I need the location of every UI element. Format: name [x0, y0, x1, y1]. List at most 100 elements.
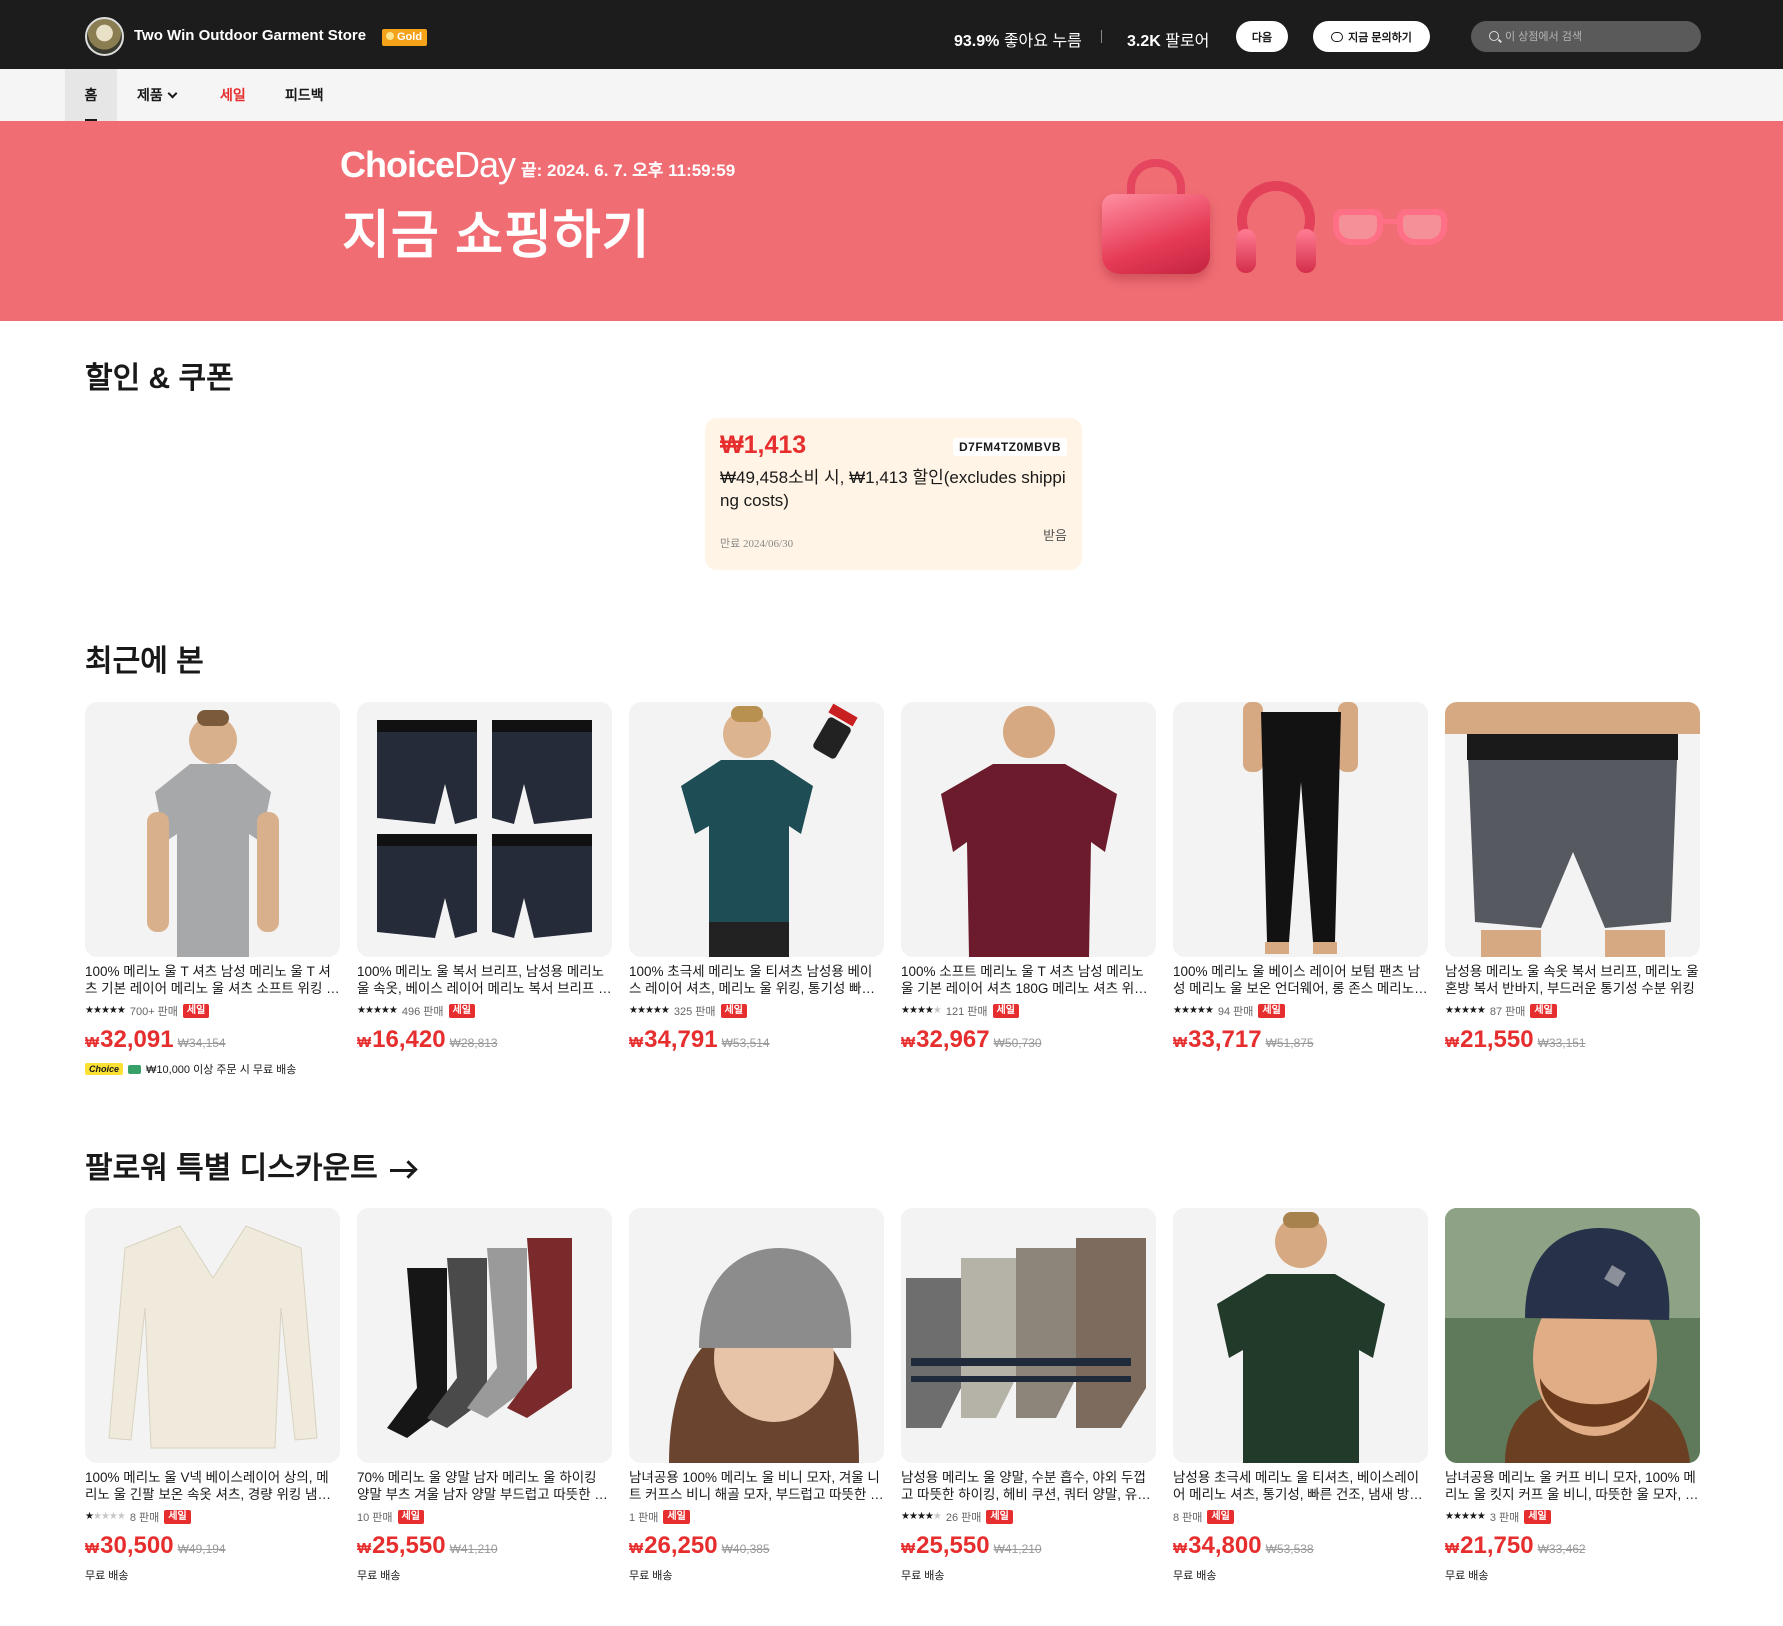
product-title[interactable]: 남성용 메리노 울 속옷 복서 브리프, 메리노 울 혼방 복서 반바지, 부드…	[1445, 963, 1700, 997]
nav-sale[interactable]: 세일	[220, 69, 246, 121]
choice-day-banner[interactable]: ChoiceDay 끝: 2024. 6. 7. 오후 11:59:59 지금 …	[0, 121, 1783, 321]
product-card[interactable]: 100% 초극세 메리노 울 티셔츠 남성용 베이스 레이어 셔츠, 메리노 울…	[629, 702, 884, 1054]
currency-symbol: ₩	[357, 1034, 372, 1051]
price-value: 26,250	[644, 1532, 718, 1559]
headphones-ear-right	[1296, 229, 1316, 273]
sold-count: 325 판매	[673, 1005, 716, 1018]
search-input[interactable]	[1505, 21, 1690, 52]
product-image[interactable]	[85, 1208, 340, 1463]
star-full-icon: ★	[924, 1511, 934, 1522]
star-empty-icon: ★	[92, 1511, 102, 1522]
coupon-expiry: 만료 2024/06/30	[720, 538, 794, 550]
sale-price: ₩25,550	[901, 1532, 990, 1560]
product-image[interactable]	[1445, 702, 1700, 957]
product-card[interactable]: 남녀공용 메리노 울 커프 비니 모자, 100% 메리노 울 킷지 커프 울 …	[1445, 1208, 1700, 1583]
inquire-button[interactable]: 지금 문의하기	[1313, 21, 1430, 52]
star-full-icon: ★	[1445, 1005, 1454, 1016]
product-image[interactable]	[1445, 1208, 1700, 1463]
price-row: ₩32,967 ₩50,730	[901, 1026, 1156, 1054]
nav-home[interactable]: 홈	[65, 69, 117, 121]
rating-stars: ★★★★★	[901, 1005, 942, 1016]
product-card[interactable]: 100% 메리노 울 V넥 베이스레이어 상의, 메리노 울 긴팔 보온 속옷 …	[85, 1208, 340, 1583]
search-icon[interactable]	[1489, 31, 1499, 41]
follow-button[interactable]: 다음	[1236, 21, 1288, 52]
original-price: ₩49,194	[177, 1542, 226, 1556]
price-value: 25,550	[372, 1532, 446, 1559]
product-image[interactable]	[357, 702, 612, 957]
product-card[interactable]: 남성용 초극세 메리노 울 티셔츠, 베이스레이어 메리노 셔츠, 통기성, 빠…	[1173, 1208, 1428, 1583]
star-full-icon: ★	[1180, 1005, 1190, 1016]
chevron-down-icon	[167, 88, 178, 98]
product-image[interactable]	[357, 1208, 612, 1463]
coupon-description: ₩49,458소비 시, ₩1,413 할인(excludes shipping…	[720, 468, 1066, 510]
coupon-claim-status[interactable]: 받음	[1043, 525, 1067, 544]
product-title[interactable]: 남녀공용 메리노 울 커프 비니 모자, 100% 메리노 울 킷지 커프 울 …	[1445, 1469, 1700, 1503]
product-image[interactable]	[901, 702, 1156, 957]
price-value: 25,550	[916, 1532, 990, 1559]
product-card[interactable]: 남성용 메리노 울 속옷 복서 브리프, 메리노 울 혼방 복서 반바지, 부드…	[1445, 702, 1700, 1054]
star-full-icon: ★	[916, 1511, 926, 1522]
star-full-icon: ★	[916, 1005, 926, 1016]
coupon-card[interactable]: ₩1,413 D7FM4TZ0MBVB ₩49,458소비 시, ₩1,413 …	[705, 418, 1082, 570]
sold-count: 10 판매	[357, 1511, 393, 1524]
followers-value: 3.2K	[1127, 33, 1161, 50]
shipping-info: Choice ₩10,000 이상 주문 시 무료 배송	[85, 1061, 340, 1077]
nav-products-label: 제품	[137, 87, 163, 103]
product-card[interactable]: 100% 메리노 울 복서 브리프, 남성용 메리노 울 속옷, 베이스 레이어…	[357, 702, 612, 1054]
nav-products[interactable]: 제품	[137, 69, 178, 121]
original-price: ₩33,462	[1537, 1542, 1586, 1556]
star-full-icon: ★	[1468, 1005, 1478, 1016]
star-full-icon: ★	[1452, 1511, 1462, 1522]
sale-badge: 세일	[1524, 1509, 1551, 1524]
star-full-icon: ★	[380, 1005, 390, 1016]
product-title[interactable]: 100% 초극세 메리노 울 티셔츠 남성용 베이스 레이어 셔츠, 메리노 울…	[629, 963, 884, 997]
original-price: ₩53,538	[1265, 1542, 1314, 1556]
product-title[interactable]: 남성용 메리노 울 양말, 수분 흡수, 야외 두껍고 따뜻한 하이킹, 헤비 …	[901, 1469, 1156, 1503]
product-meta: ★★★★★ 94 판매 세일	[1173, 1003, 1428, 1018]
product-title[interactable]: 남녀공용 100% 메리노 울 비니 모자, 겨울 니트 커프스 비니 해골 모…	[629, 1469, 884, 1503]
product-card[interactable]: 100% 소프트 메리노 울 T 셔츠 남성 메리노 울 기본 레이어 셔츠 1…	[901, 702, 1156, 1054]
product-title[interactable]: 100% 메리노 울 T 셔츠 남성 메리노 울 T 셔츠 기본 레이어 메리노…	[85, 963, 340, 997]
follower-discount-title[interactable]: 팔로워 특별 디스카운트	[85, 1143, 416, 1187]
shop-now-link[interactable]: 지금 쇼핑하기	[342, 193, 651, 268]
product-card[interactable]: 남성용 메리노 울 양말, 수분 흡수, 야외 두껍고 따뜻한 하이킹, 헤비 …	[901, 1208, 1156, 1583]
product-card[interactable]: 70% 메리노 울 양말 남자 메리노 울 하이킹 양말 부츠 겨울 남자 양말…	[357, 1208, 612, 1583]
product-title[interactable]: 70% 메리노 울 양말 남자 메리노 울 하이킹 양말 부츠 겨울 남자 양말…	[357, 1469, 612, 1503]
star-full-icon: ★	[644, 1005, 654, 1016]
store-avatar[interactable]	[85, 17, 124, 56]
star-empty-icon: ★	[116, 1511, 126, 1522]
sold-count: 3 판매	[1489, 1511, 1520, 1524]
product-card[interactable]: 100% 메리노 울 베이스 레이어 보텀 팬츠 남성 메리노 울 보온 언더웨…	[1173, 702, 1428, 1054]
product-title[interactable]: 100% 메리노 울 복서 브리프, 남성용 메리노 울 속옷, 베이스 레이어…	[357, 963, 612, 997]
product-title[interactable]: 100% 메리노 울 베이스 레이어 보텀 팬츠 남성 메리노 울 보온 언더웨…	[1173, 963, 1428, 997]
product-card[interactable]: 100% 메리노 울 T 셔츠 남성 메리노 울 T 셔츠 기본 레이어 메리노…	[85, 702, 340, 1077]
product-image[interactable]	[901, 1208, 1156, 1463]
rating-stars: ★★★★★	[357, 1005, 398, 1016]
price-row: ₩21,550 ₩33,151	[1445, 1026, 1700, 1054]
product-card[interactable]: 남녀공용 100% 메리노 울 비니 모자, 겨울 니트 커프스 비니 해골 모…	[629, 1208, 884, 1583]
star-full-icon: ★	[908, 1511, 918, 1522]
original-price: ₩34,154	[177, 1036, 226, 1050]
product-image[interactable]	[1173, 1208, 1428, 1463]
currency-symbol: ₩	[1445, 1034, 1460, 1051]
product-image[interactable]	[85, 702, 340, 957]
nav-feedback[interactable]: 피드백	[285, 69, 324, 121]
merino-boxer-grey-image	[1445, 702, 1700, 957]
product-meta: 1 판매 세일	[629, 1509, 884, 1524]
product-title[interactable]: 100% 소프트 메리노 울 T 셔츠 남성 메리노 울 기본 레이어 셔츠 1…	[901, 963, 1156, 997]
truck-icon	[128, 1064, 142, 1074]
sale-badge: 세일	[1530, 1003, 1557, 1018]
original-price: ₩33,151	[1537, 1036, 1586, 1050]
product-image[interactable]	[1173, 702, 1428, 957]
price-value: 32,091	[100, 1026, 174, 1053]
product-title[interactable]: 남성용 초극세 메리노 울 티셔츠, 베이스레이어 메리노 셔츠, 통기성, 빠…	[1173, 1469, 1428, 1503]
sold-count: 1 판매	[629, 1511, 659, 1524]
product-image[interactable]	[629, 1208, 884, 1463]
product-image[interactable]	[629, 702, 884, 957]
shipping-info: 무료 배송	[901, 1570, 945, 1582]
chat-icon	[1331, 31, 1344, 42]
product-title[interactable]: 100% 메리노 울 V넥 베이스레이어 상의, 메리노 울 긴팔 보온 속옷 …	[85, 1469, 340, 1503]
star-full-icon: ★	[100, 1005, 110, 1016]
sale-price: ₩26,250	[629, 1532, 718, 1560]
store-name[interactable]: Two Win Outdoor Garment Store	[134, 27, 366, 44]
